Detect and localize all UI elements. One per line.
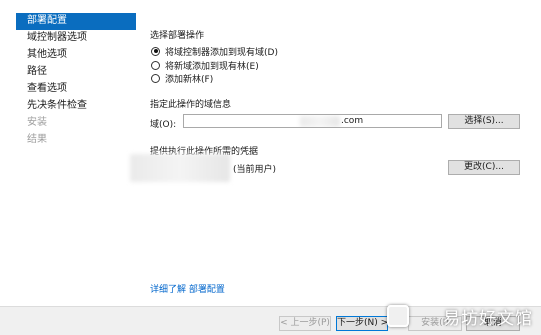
more-info-link[interactable]: 详细了解 部署配置 xyxy=(150,282,225,295)
nav-item-results: 结果 xyxy=(27,134,47,145)
wizard-window: 部署配置 域控制器选项 其他选项 路径 查看选项 先决条件检查 安装 结果 选择… xyxy=(0,0,541,335)
domain-input[interactable]: .com xyxy=(183,114,442,128)
domain-label: 域(O): xyxy=(150,120,177,130)
nav-item-dc-options[interactable]: 域控制器选项 xyxy=(16,30,136,47)
more-info-link-target[interactable]: 部署配置 xyxy=(189,285,225,295)
more-info-link-prefix[interactable]: 详细了解 xyxy=(150,285,186,295)
radio-label: 将新域添加到现有林(E) xyxy=(165,61,259,72)
watermark-text: 易坊好文馆 xyxy=(443,309,533,329)
domain-input-value: .com xyxy=(341,116,364,126)
current-user-suffix: (当前用户) xyxy=(233,165,277,175)
nav-item-prerequisites-check[interactable]: 先决条件检查 xyxy=(16,98,136,115)
radio-add-new-forest[interactable]: 添加新林(F) xyxy=(151,72,214,85)
radio-indicator[interactable] xyxy=(151,46,160,56)
wizard-step-nav: 部署配置 域控制器选项 其他选项 路径 查看选项 先决条件检查 安装 结果 xyxy=(16,13,136,149)
redacted-username xyxy=(130,154,230,182)
nav-item-deployment-config[interactable]: 部署配置 xyxy=(16,13,136,30)
radio-add-dc-existing-domain[interactable]: 将域控制器添加到现有域(D) xyxy=(151,45,278,58)
nav-item-installation: 安装 xyxy=(27,117,47,128)
next-button[interactable]: 下一步(N) > xyxy=(336,316,388,331)
watermark-logo-icon xyxy=(387,305,409,327)
domain-info-heading: 指定此操作的域信息 xyxy=(150,100,232,110)
nav-item-additional-options[interactable]: 其他选项 xyxy=(16,47,136,64)
select-domain-button[interactable]: 选择(S)... xyxy=(448,114,520,129)
deployment-heading: 选择部署操作 xyxy=(150,31,205,41)
radio-add-domain-existing-forest[interactable]: 将新域添加到现有林(E) xyxy=(151,59,259,72)
nav-item-review-options[interactable]: 查看选项 xyxy=(16,81,136,98)
radio-label: 添加新林(F) xyxy=(165,74,214,85)
nav-item-paths[interactable]: 路径 xyxy=(16,64,136,81)
radio-label: 将域控制器添加到现有域(D) xyxy=(165,47,278,58)
change-credentials-button[interactable]: 更改(C)... xyxy=(448,160,520,175)
radio-indicator[interactable] xyxy=(151,73,160,83)
redacted-domain-name xyxy=(300,116,340,127)
back-button: < 上一步(P) xyxy=(279,316,331,331)
radio-indicator[interactable] xyxy=(151,60,160,70)
